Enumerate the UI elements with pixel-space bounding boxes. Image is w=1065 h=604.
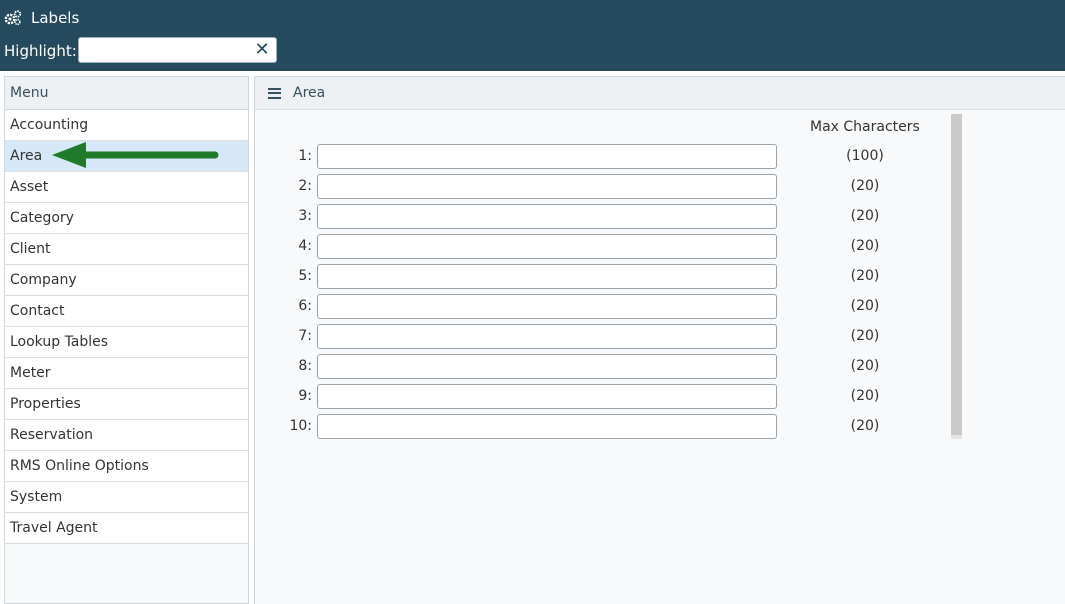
label-row: 3: (20) [255, 204, 895, 230]
label-row: 10: (20) [255, 414, 895, 440]
hamburger-menu-icon[interactable] [268, 87, 281, 99]
row-number: 10: [289, 418, 312, 434]
row-number: 1: [298, 148, 312, 164]
label-row: 9: (20) [255, 384, 895, 410]
sidebar-item-client[interactable]: Client [5, 234, 248, 265]
max-characters-value: (20) [850, 328, 880, 344]
max-characters-value: (20) [850, 388, 880, 404]
main-panel: Area Max Characters 1: (100) 2: (20) 3: (20) 4… [254, 76, 1065, 604]
max-characters-value: (20) [850, 268, 880, 284]
window-title: Labels [31, 9, 80, 27]
sidebar-item-properties[interactable]: Properties [5, 389, 248, 420]
close-icon[interactable]: ✕ [254, 41, 270, 59]
highlight-label: Highlight: [4, 42, 77, 60]
label-row: 2: (20) [255, 174, 895, 200]
sidebar-item-travel-agent[interactable]: Travel Agent [5, 513, 248, 544]
label-input-2[interactable] [317, 174, 777, 199]
label-input-10[interactable] [317, 414, 777, 439]
label-row: 7: (20) [255, 324, 895, 350]
row-number: 8: [298, 358, 312, 374]
max-characters-value: (20) [850, 238, 880, 254]
sidebar-item-reservation[interactable]: Reservation [5, 420, 248, 451]
max-characters-value: (20) [850, 298, 880, 314]
panel-header: Area [255, 77, 1065, 110]
highlight-field[interactable]: ✕ [78, 37, 277, 63]
label-input-4[interactable] [317, 234, 777, 259]
label-input-8[interactable] [317, 354, 777, 379]
label-row: 1: (100) [255, 144, 895, 170]
row-number: 7: [298, 328, 312, 344]
row-number: 5: [298, 268, 312, 284]
label-row: 4: (20) [255, 234, 895, 260]
row-number: 6: [298, 298, 312, 314]
sidebar-item-accounting[interactable]: Accounting [5, 110, 248, 141]
sidebar-item-asset[interactable]: Asset [5, 172, 248, 203]
sidebar-item-meter[interactable]: Meter [5, 358, 248, 389]
label-input-7[interactable] [317, 324, 777, 349]
menu-heading: Menu [5, 77, 248, 110]
sidebar-item-system[interactable]: System [5, 482, 248, 513]
gears-icon [4, 10, 22, 26]
panel-title: Area [293, 85, 326, 101]
label-input-3[interactable] [317, 204, 777, 229]
label-input-6[interactable] [317, 294, 777, 319]
max-characters-value: (100) [846, 148, 884, 164]
max-characters-value: (20) [850, 208, 880, 224]
sidebar-item-rms-online-options[interactable]: RMS Online Options [5, 451, 248, 482]
menu-list: Accounting Area Asset Category Client Company… [5, 110, 248, 544]
arrow-pointer-icon [52, 142, 219, 168]
max-characters-heading: Max Characters [810, 119, 920, 135]
label-row: 5: (20) [255, 264, 895, 290]
row-number: 9: [298, 388, 312, 404]
row-number: 2: [298, 178, 312, 194]
sidebar-item-company[interactable]: Company [5, 265, 248, 296]
max-characters-value: (20) [850, 178, 880, 194]
label-input-5[interactable] [317, 264, 777, 289]
row-number: 3: [298, 208, 312, 224]
sidebar-item-lookup-tables[interactable]: Lookup Tables [5, 327, 248, 358]
highlight-input[interactable] [83, 39, 247, 63]
label-row: 8: (20) [255, 354, 895, 380]
label-row: 6: (20) [255, 294, 895, 320]
label-input-9[interactable] [317, 384, 777, 409]
max-characters-value: (20) [850, 418, 880, 434]
label-input-1[interactable] [317, 144, 777, 169]
sidebar-item-category[interactable]: Category [5, 203, 248, 234]
title-row: Labels [4, 9, 79, 27]
sidebar-item-contact[interactable]: Contact [5, 296, 248, 327]
row-number: 4: [298, 238, 312, 254]
max-characters-value: (20) [850, 358, 880, 374]
app-header: Labels Highlight: ✕ [0, 0, 1065, 71]
vertical-scrollbar[interactable] [951, 114, 962, 439]
